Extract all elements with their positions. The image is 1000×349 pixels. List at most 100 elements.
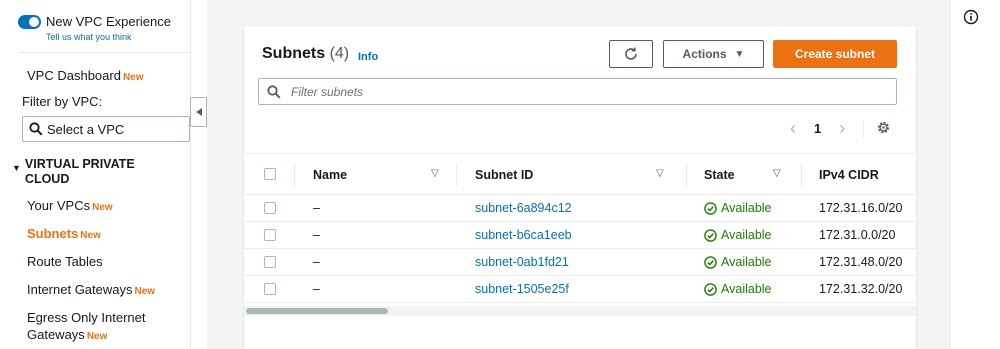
state-text: Available xyxy=(721,255,772,269)
caret-down-icon: ▼ xyxy=(734,48,745,60)
scrollbar-thumb[interactable] xyxy=(246,308,388,314)
cell-ipv4-cidr: 172.31.16.0/20 xyxy=(819,201,903,215)
cell-name: – xyxy=(313,255,320,269)
new-experience-toggle-row: New VPC Experience Tell us what you thin… xyxy=(18,14,171,42)
sidebar-item-subnets[interactable]: Subnets New xyxy=(27,226,101,241)
toggle-text: New VPC Experience Tell us what you thin… xyxy=(46,14,171,42)
sort-icon[interactable]: ▽ xyxy=(431,168,439,179)
cell-state: Available xyxy=(704,282,772,296)
state-text: Available xyxy=(721,282,772,296)
pagination: ‹ 1 › xyxy=(784,118,891,139)
state-text: Available xyxy=(721,228,772,242)
collapse-sidebar-button[interactable] xyxy=(190,97,207,127)
sidebar-item-route-tables[interactable]: Route Tables xyxy=(27,254,103,269)
column-header-state[interactable]: State xyxy=(704,168,735,182)
sidebar-item-label: Your VPCs xyxy=(27,198,91,213)
cell-ipv4-cidr: 172.31.0.0/20 xyxy=(819,228,896,242)
table-row[interactable]: – subnet-b6ca1eeb Available 172.31.0.0/2… xyxy=(244,222,916,249)
cell-ipv4-cidr: 172.31.48.0/20 xyxy=(819,255,903,269)
check-circle-icon xyxy=(704,228,717,242)
sidebar-item-label: Internet Gateways xyxy=(27,282,133,297)
cell-subnet-id-link[interactable]: subnet-1505e25f xyxy=(475,282,569,296)
panel-title-text: Subnets xyxy=(262,45,326,62)
preferences-button[interactable] xyxy=(876,120,891,138)
pager-divider xyxy=(863,119,865,138)
sidebar-item-internet-gateways[interactable]: Internet Gateways New xyxy=(27,282,155,297)
chevron-left-icon[interactable]: ‹ xyxy=(784,118,802,139)
search-icon xyxy=(29,122,43,136)
info-icon[interactable] xyxy=(963,9,979,25)
column-header-ipv4-cidr[interactable]: IPv4 CIDR xyxy=(819,168,879,182)
sidebar-edge xyxy=(190,0,207,349)
row-checkbox[interactable] xyxy=(264,229,276,241)
filter-by-vpc-label: Filter by VPC: xyxy=(22,94,103,109)
table-row[interactable]: – subnet-0ab1fd21 Available 172.31.48.0/… xyxy=(244,249,916,276)
section-virtual-private-cloud[interactable]: ▼ VIRTUAL PRIVATE CLOUD xyxy=(12,157,155,187)
new-vpc-experience-toggle[interactable] xyxy=(18,15,41,29)
sidebar: New VPC Experience Tell us what you thin… xyxy=(0,0,190,349)
row-checkbox[interactable] xyxy=(264,202,276,214)
refresh-icon xyxy=(625,47,637,60)
vpc-select-placeholder: Select a VPC xyxy=(47,121,125,137)
cell-state: Available xyxy=(704,255,772,269)
subnet-count: (4) xyxy=(329,45,350,62)
cell-name: – xyxy=(313,228,320,242)
right-rail xyxy=(950,0,1000,349)
sort-icon[interactable]: ▽ xyxy=(773,168,781,179)
cell-state: Available xyxy=(704,201,772,215)
section-title: VIRTUAL PRIVATE CLOUD xyxy=(24,157,135,186)
page-number[interactable]: 1 xyxy=(814,121,821,136)
new-badge: New xyxy=(122,72,144,83)
chevron-left-icon xyxy=(195,108,202,116)
sidebar-item-label: Route Tables xyxy=(27,254,103,269)
sidebar-item-egress-only-internet-gateways[interactable]: Egress Only Internet Gateways New xyxy=(27,309,177,345)
row-checkbox[interactable] xyxy=(264,283,276,295)
refresh-button[interactable] xyxy=(609,40,653,68)
toggle-label: New VPC Experience xyxy=(46,14,171,29)
state-text: Available xyxy=(721,201,772,215)
sidebar-item-label: VPC Dashboard xyxy=(27,68,121,83)
column-divider xyxy=(686,164,687,186)
filter-subnets-input[interactable] xyxy=(291,84,851,99)
new-badge: New xyxy=(92,202,113,213)
check-circle-icon xyxy=(704,282,717,296)
row-checkbox[interactable] xyxy=(264,256,276,268)
cell-subnet-id-link[interactable]: subnet-b6ca1eeb xyxy=(475,228,572,242)
table-header: Name ▽ Subnet ID ▽ State ▽ IPv4 CIDR xyxy=(244,153,916,195)
chevron-right-icon[interactable]: › xyxy=(833,118,851,139)
info-link[interactable]: Info xyxy=(358,51,378,63)
cell-state: Available xyxy=(704,228,772,242)
sidebar-item-your-vpcs[interactable]: Your VPCs New xyxy=(27,198,113,213)
vpc-filter-select[interactable]: Select a VPC xyxy=(22,116,190,142)
cell-subnet-id-link[interactable]: subnet-0ab1fd21 xyxy=(475,255,569,269)
cell-name: – xyxy=(313,201,320,215)
new-badge: New xyxy=(134,286,156,297)
column-divider xyxy=(801,164,802,186)
caret-down-icon: ▼ xyxy=(12,163,21,173)
column-divider xyxy=(456,164,457,186)
gear-icon xyxy=(878,121,890,133)
search-icon xyxy=(267,84,281,99)
actions-label: Actions xyxy=(682,47,727,61)
sidebar-item-label: Subnets xyxy=(27,226,79,241)
filter-search-box xyxy=(258,78,897,105)
cell-name: – xyxy=(313,282,320,296)
sidebar-item-vpc-dashboard[interactable]: VPC Dashboard New xyxy=(27,68,144,83)
table-row[interactable]: – subnet-6a894c12 Available 172.31.16.0/… xyxy=(244,195,916,222)
horizontal-scrollbar[interactable] xyxy=(244,306,916,316)
check-circle-icon xyxy=(704,255,717,269)
create-subnet-button[interactable]: Create subnet xyxy=(773,40,897,68)
sort-icon[interactable]: ▽ xyxy=(656,168,664,179)
column-header-subnet-id[interactable]: Subnet ID xyxy=(475,168,533,182)
feedback-link[interactable]: Tell us what you think xyxy=(46,32,171,42)
table-row[interactable]: – subnet-1505e25f Available 172.31.32.0/… xyxy=(244,276,916,303)
subnets-table: Name ▽ Subnet ID ▽ State ▽ IPv4 CIDR – s… xyxy=(244,153,916,303)
sidebar-divider xyxy=(18,52,190,53)
actions-button[interactable]: Actions ▼ xyxy=(663,40,764,68)
check-circle-icon xyxy=(704,201,717,215)
cell-ipv4-cidr: 172.31.32.0/20 xyxy=(819,282,903,296)
cell-subnet-id-link[interactable]: subnet-6a894c12 xyxy=(475,201,572,215)
column-header-name[interactable]: Name xyxy=(313,168,347,182)
new-badge: New xyxy=(86,331,108,342)
select-all-checkbox[interactable] xyxy=(264,168,276,180)
